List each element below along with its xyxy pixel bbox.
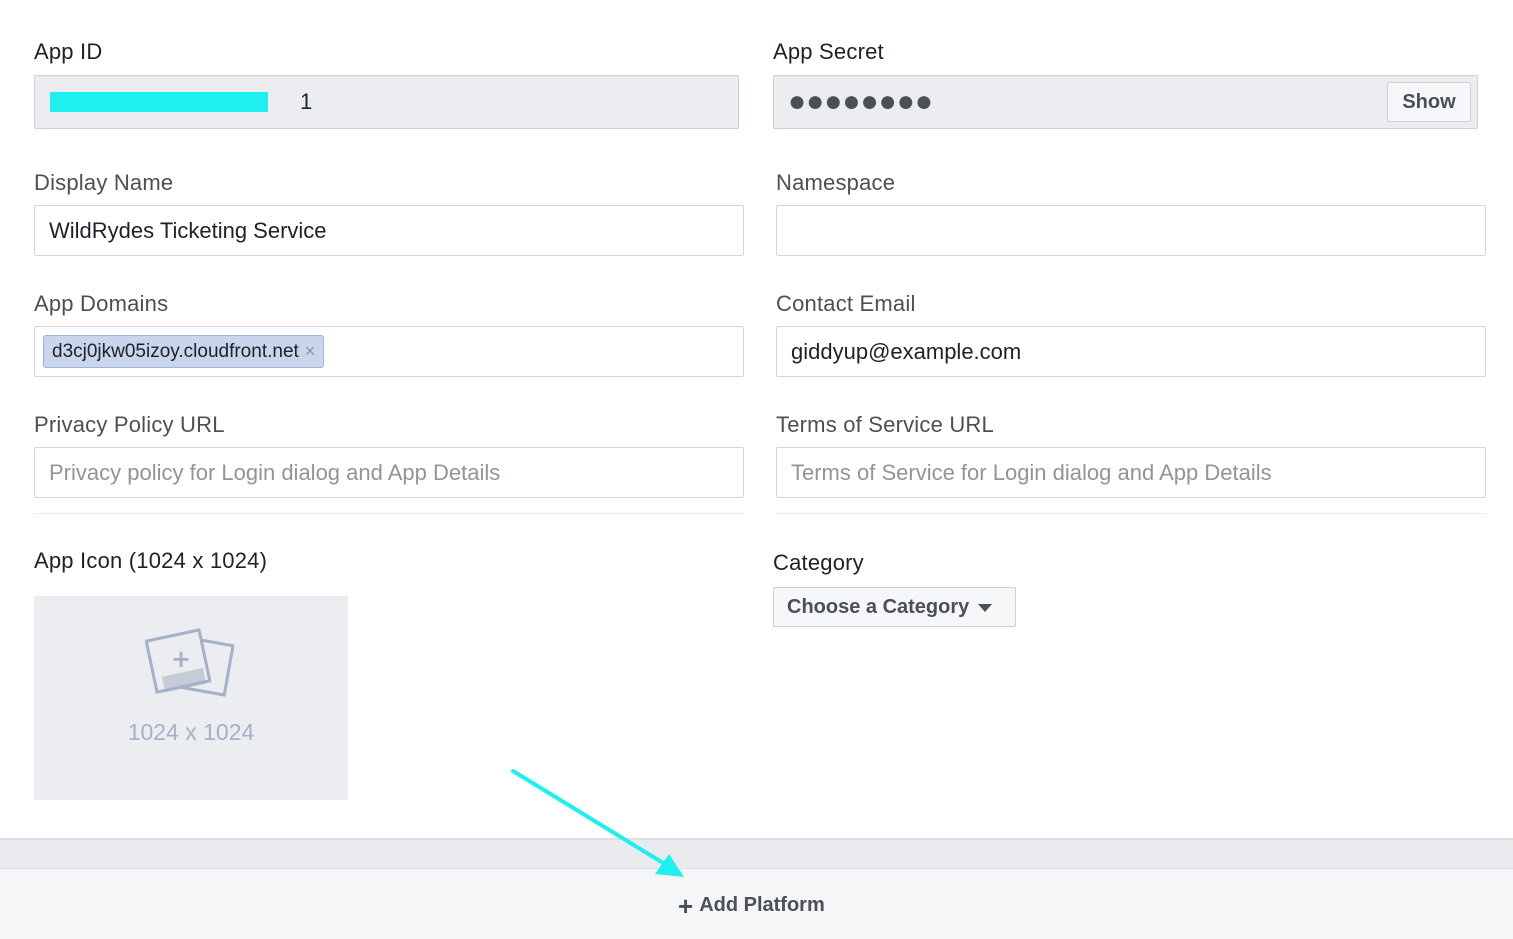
app-id-visible-tail: 1 (300, 89, 313, 114)
domain-tag: d3cj0jkw05izoy.cloudfront.net × (43, 335, 325, 368)
footer-band (0, 840, 1513, 869)
privacy-policy-label: Privacy Policy URL (34, 412, 225, 437)
terms-of-service-placeholder: Terms of Service for Login dialog and Ap… (791, 459, 1272, 485)
section-divider-right (776, 513, 1486, 514)
app-secret-masked-value: ●●●●●●●● (788, 85, 933, 118)
caret-down-icon (978, 604, 993, 612)
app-icon-dimensions: 1024 x 1024 (127, 719, 255, 745)
namespace-input[interactable] (776, 205, 1486, 256)
add-image-icon: + (145, 628, 235, 697)
privacy-policy-placeholder: Privacy policy for Login dialog and App … (49, 459, 501, 485)
app-domains-input[interactable]: d3cj0jkw05izoy.cloudfront.net × (34, 326, 744, 377)
plus-icon: + (678, 890, 694, 921)
app-id-redaction (50, 92, 268, 112)
choose-category-dropdown[interactable]: Choose a Category (773, 587, 1016, 627)
terms-of-service-input[interactable]: Terms of Service for Login dialog and Ap… (776, 447, 1486, 498)
category-label: Category (773, 550, 864, 575)
app-icon-label: App Icon (1024 x 1024) (34, 548, 268, 573)
contact-email-label: Contact Email (776, 291, 916, 316)
terms-of-service-label: Terms of Service URL (776, 412, 994, 437)
app-secret-label: App Secret (773, 39, 884, 64)
footer-bar: + Add Platform (0, 838, 1513, 939)
section-divider-left (34, 513, 744, 514)
svg-text:+: + (171, 645, 191, 673)
show-secret-button[interactable]: Show (1387, 82, 1471, 122)
app-id-label: App ID (34, 39, 103, 64)
remove-tag-icon[interactable]: × (305, 341, 316, 362)
add-platform-label: Add Platform (699, 894, 825, 916)
app-secret-field: ●●●●●●●● Show (773, 75, 1478, 129)
display-name-input[interactable]: WildRydes Ticketing Service (34, 205, 744, 256)
namespace-label: Namespace (776, 170, 896, 195)
privacy-policy-input[interactable]: Privacy policy for Login dialog and App … (34, 447, 744, 498)
app-icon-upload[interactable]: + 1024 x 1024 (34, 596, 348, 800)
domain-tag-text: d3cj0jkw05izoy.cloudfront.net (52, 340, 299, 362)
app-id-field[interactable]: 1 (34, 75, 739, 129)
choose-category-text: Choose a Category (787, 595, 970, 618)
add-platform-button[interactable]: + Add Platform (678, 890, 825, 921)
app-domains-label: App Domains (34, 291, 169, 316)
display-name-label: Display Name (34, 170, 174, 195)
contact-email-input[interactable]: giddyup@example.com (776, 326, 1486, 377)
